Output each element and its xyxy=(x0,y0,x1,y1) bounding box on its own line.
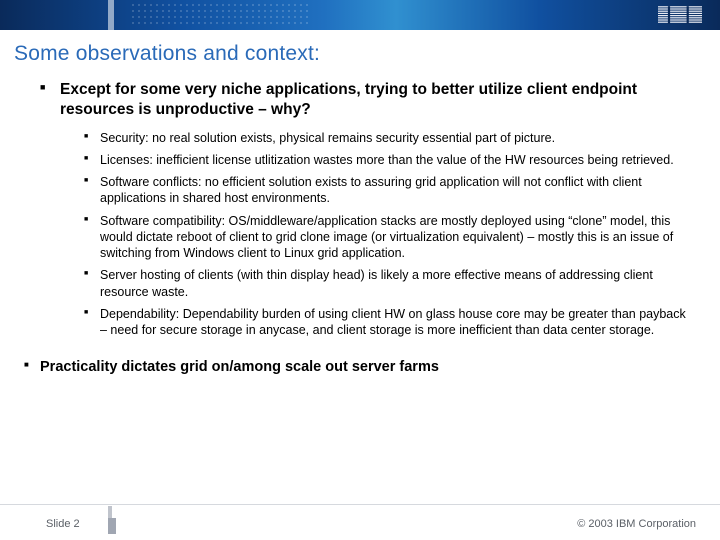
sub-bullet-item: Software conflicts: no efficient solutio… xyxy=(90,174,690,213)
footer-divider xyxy=(0,504,720,505)
banner-dot-texture xyxy=(130,2,310,28)
slide-footer: Slide 2 © 2003 IBM Corporation xyxy=(0,510,720,540)
sub-bullet-text: Software conflicts: no efficient solutio… xyxy=(100,175,642,205)
main-bullet-list: Except for some very niche applications,… xyxy=(0,80,720,352)
sub-bullet-text: Software compatibility: OS/middleware/ap… xyxy=(100,214,673,261)
sub-bullet-text: Server hosting of clients (with thin dis… xyxy=(100,268,653,298)
banner-vertical-stripe xyxy=(108,0,114,30)
sub-bullet-text: Dependability: Dependability burden of u… xyxy=(100,307,686,337)
slide-number: Slide 2 xyxy=(46,518,80,530)
sub-bullet-text: Licenses: inefficient license utlitizati… xyxy=(100,153,674,167)
sub-bullet-item: Software compatibility: OS/middleware/ap… xyxy=(90,213,690,268)
slide-title: Some observations and context: xyxy=(0,30,720,80)
ibm-logo-icon xyxy=(658,0,702,30)
copyright-text: © 2003 IBM Corporation xyxy=(577,518,696,530)
main-bullet-text: Except for some very niche applications,… xyxy=(60,81,637,118)
main-bullet-item: Except for some very niche applications,… xyxy=(48,80,690,352)
sub-bullet-item: Licenses: inefficient license utlitizati… xyxy=(90,152,690,174)
top-banner xyxy=(0,0,720,30)
closing-bullet-text: Practicality dictates grid on/among scal… xyxy=(40,359,439,375)
sub-bullet-item: Server hosting of clients (with thin dis… xyxy=(90,267,690,306)
sub-bullet-item: Security: no real solution exists, physi… xyxy=(90,130,690,152)
sub-bullet-list: Security: no real solution exists, physi… xyxy=(60,130,690,345)
sub-bullet-item: Dependability: Dependability burden of u… xyxy=(90,306,690,345)
sub-bullet-text: Security: no real solution exists, physi… xyxy=(100,131,555,145)
closing-bullet-item: Practicality dictates grid on/among scal… xyxy=(28,358,690,385)
closing-bullet-list: Practicality dictates grid on/among scal… xyxy=(0,358,720,385)
footer-accent-block xyxy=(108,518,116,534)
